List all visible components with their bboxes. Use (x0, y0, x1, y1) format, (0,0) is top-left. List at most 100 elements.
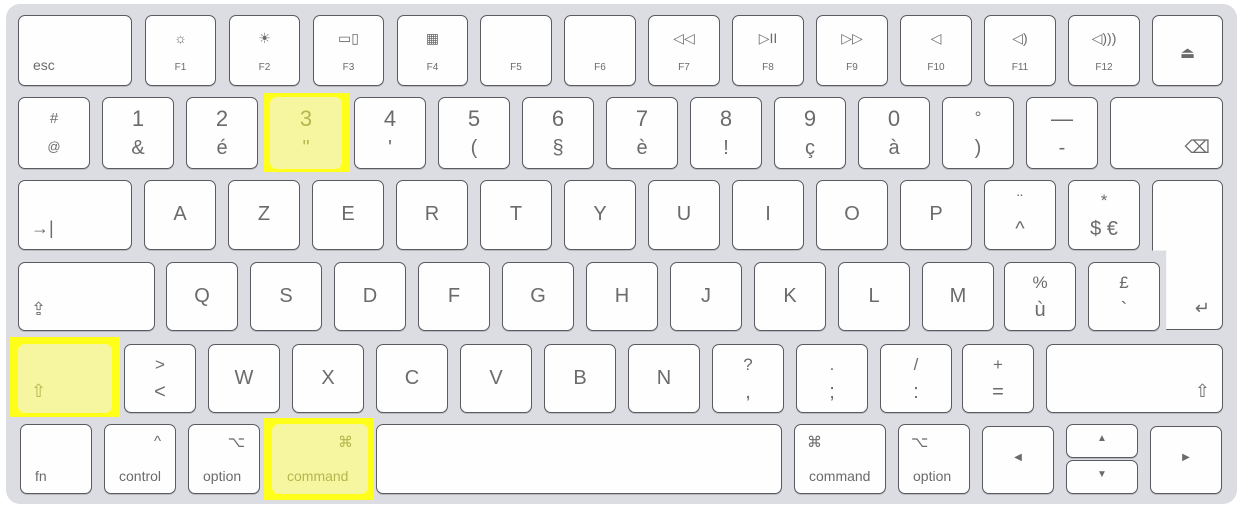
key-s[interactable]: S (250, 262, 322, 331)
key-f6[interactable]: F6 (564, 15, 636, 86)
key-6[interactable]: 6 § (522, 97, 594, 169)
key-f10[interactable]: ◁ F10 (900, 15, 972, 86)
key-degree[interactable]: °) (942, 97, 1014, 169)
key-k[interactable]: K (754, 262, 826, 331)
key-w[interactable]: W (208, 344, 280, 413)
key-0[interactable]: 0à (858, 97, 930, 169)
key-3[interactable]: 3 " (270, 97, 342, 169)
key-secondary: § (552, 137, 564, 159)
key-x[interactable]: X (292, 344, 364, 413)
key-y[interactable]: Y (564, 180, 636, 250)
key-angle[interactable]: > < (124, 344, 196, 413)
modifier-symbol-icon: ⌘ (338, 434, 353, 451)
key-semicolon[interactable]: .; (796, 344, 868, 413)
key-f5[interactable]: F5 (480, 15, 552, 86)
key-f3[interactable]: ▭▯ F3 (313, 15, 384, 86)
key-circumflex[interactable]: ¨ ^ (984, 180, 1056, 250)
key-shift-right[interactable]: ⇧ (1046, 344, 1223, 413)
key-dollar[interactable]: * $ € (1068, 180, 1140, 250)
key-caps-lock[interactable]: ⇪ (18, 262, 155, 331)
key-o[interactable]: O (816, 180, 888, 250)
return-icon: ↵ (1194, 298, 1210, 318)
key-primary: 9 (803, 106, 817, 131)
key-pound[interactable]: £ ` (1088, 262, 1160, 331)
key-g[interactable]: G (502, 262, 574, 331)
key-command-right[interactable]: command ⌘ (794, 424, 886, 494)
key-v[interactable]: V (460, 344, 532, 413)
key-letter: J (701, 285, 711, 307)
key-d[interactable]: D (334, 262, 406, 331)
key-f1[interactable]: ☼ F1 (145, 15, 216, 86)
key-f2[interactable]: ☀ F2 (229, 15, 300, 86)
key-primary: % (1032, 273, 1048, 292)
launchpad-icon: ▦ (425, 30, 440, 46)
delete-icon: ⌫ (1184, 137, 1210, 157)
key-percent[interactable]: % ù (1004, 262, 1076, 331)
key-1[interactable]: 1 & (102, 97, 174, 169)
key-option-left[interactable]: option ⌥ (188, 424, 260, 494)
function-label: F3 (342, 62, 355, 73)
key-t[interactable]: T (480, 180, 552, 250)
key-2[interactable]: 2é (186, 97, 258, 169)
key-7[interactable]: 7è (606, 97, 678, 169)
key-primary: ° (974, 108, 982, 127)
key-f9[interactable]: ▷▷ F9 (816, 15, 888, 86)
key-secondary: ' (388, 137, 392, 159)
key-j[interactable]: J (670, 262, 742, 331)
key-p[interactable]: P (900, 180, 972, 250)
key-hash[interactable]: # @ (18, 97, 90, 169)
key-l[interactable]: L (838, 262, 910, 331)
key-h[interactable]: H (586, 262, 658, 331)
key-f8[interactable]: ▷II F8 (732, 15, 804, 86)
key-fn[interactable]: fn (20, 424, 92, 494)
key-secondary: $ € (1090, 218, 1118, 240)
key-arrow-down[interactable]: ▼ (1066, 460, 1138, 494)
key-b[interactable]: B (544, 344, 616, 413)
key-tab[interactable]: →| (18, 180, 132, 250)
key-u[interactable]: U (648, 180, 720, 250)
key-f12[interactable]: ◁))) F12 (1068, 15, 1140, 86)
key-underscore[interactable]: — - (1026, 97, 1098, 169)
key-f4[interactable]: ▦ F4 (397, 15, 468, 86)
function-label: F1 (174, 62, 187, 73)
key-secondary: : (913, 381, 919, 403)
key-z[interactable]: Z (228, 180, 300, 250)
key-control-left[interactable]: control ^ (104, 424, 176, 494)
rewind-icon: ◁◁ (673, 30, 695, 46)
modifier-symbol-icon: ⌥ (227, 434, 245, 451)
key-primary: 7 (635, 106, 649, 131)
key-5[interactable]: 5( (438, 97, 510, 169)
key-secondary: " (302, 137, 310, 159)
key-comma[interactable]: ?, (712, 344, 784, 413)
key-9[interactable]: 9ç (774, 97, 846, 169)
key-n[interactable]: N (628, 344, 700, 413)
key-shift-left[interactable]: ⇧ (18, 344, 112, 413)
key-4[interactable]: 4 ' (354, 97, 426, 169)
key-primary: + (993, 355, 1003, 374)
key-delete[interactable]: ⌫ (1110, 97, 1223, 169)
key-f11[interactable]: ◁) F11 (984, 15, 1056, 86)
key-colon[interactable]: /: (880, 344, 952, 413)
key-a[interactable]: A (144, 180, 216, 250)
key-command-left[interactable]: command ⌘ (272, 424, 368, 494)
key-return[interactable]: ↵ (1152, 180, 1223, 330)
key-8[interactable]: 8! (690, 97, 762, 169)
key-space[interactable] (376, 424, 782, 494)
key-e[interactable]: E (312, 180, 384, 250)
key-f7[interactable]: ◁◁ F7 (648, 15, 720, 86)
key-letter: U (676, 203, 692, 225)
key-arrow-left[interactable]: ◀ (982, 426, 1054, 494)
key-option-right[interactable]: option ⌥ (898, 424, 970, 494)
key-i[interactable]: I (732, 180, 804, 250)
key-esc[interactable]: esc (18, 15, 132, 86)
key-f[interactable]: F (418, 262, 490, 331)
key-r[interactable]: R (396, 180, 468, 250)
key-secondary: ^ (1015, 218, 1025, 240)
key-arrow-right[interactable]: ▶ (1150, 426, 1222, 494)
key-q[interactable]: Q (166, 262, 238, 331)
key-eject[interactable]: ⏏ (1152, 15, 1223, 86)
key-m[interactable]: M (922, 262, 994, 331)
key-c[interactable]: C (376, 344, 448, 413)
key-equals[interactable]: + = (962, 344, 1034, 413)
key-arrow-up[interactable]: ▲ (1066, 424, 1138, 458)
